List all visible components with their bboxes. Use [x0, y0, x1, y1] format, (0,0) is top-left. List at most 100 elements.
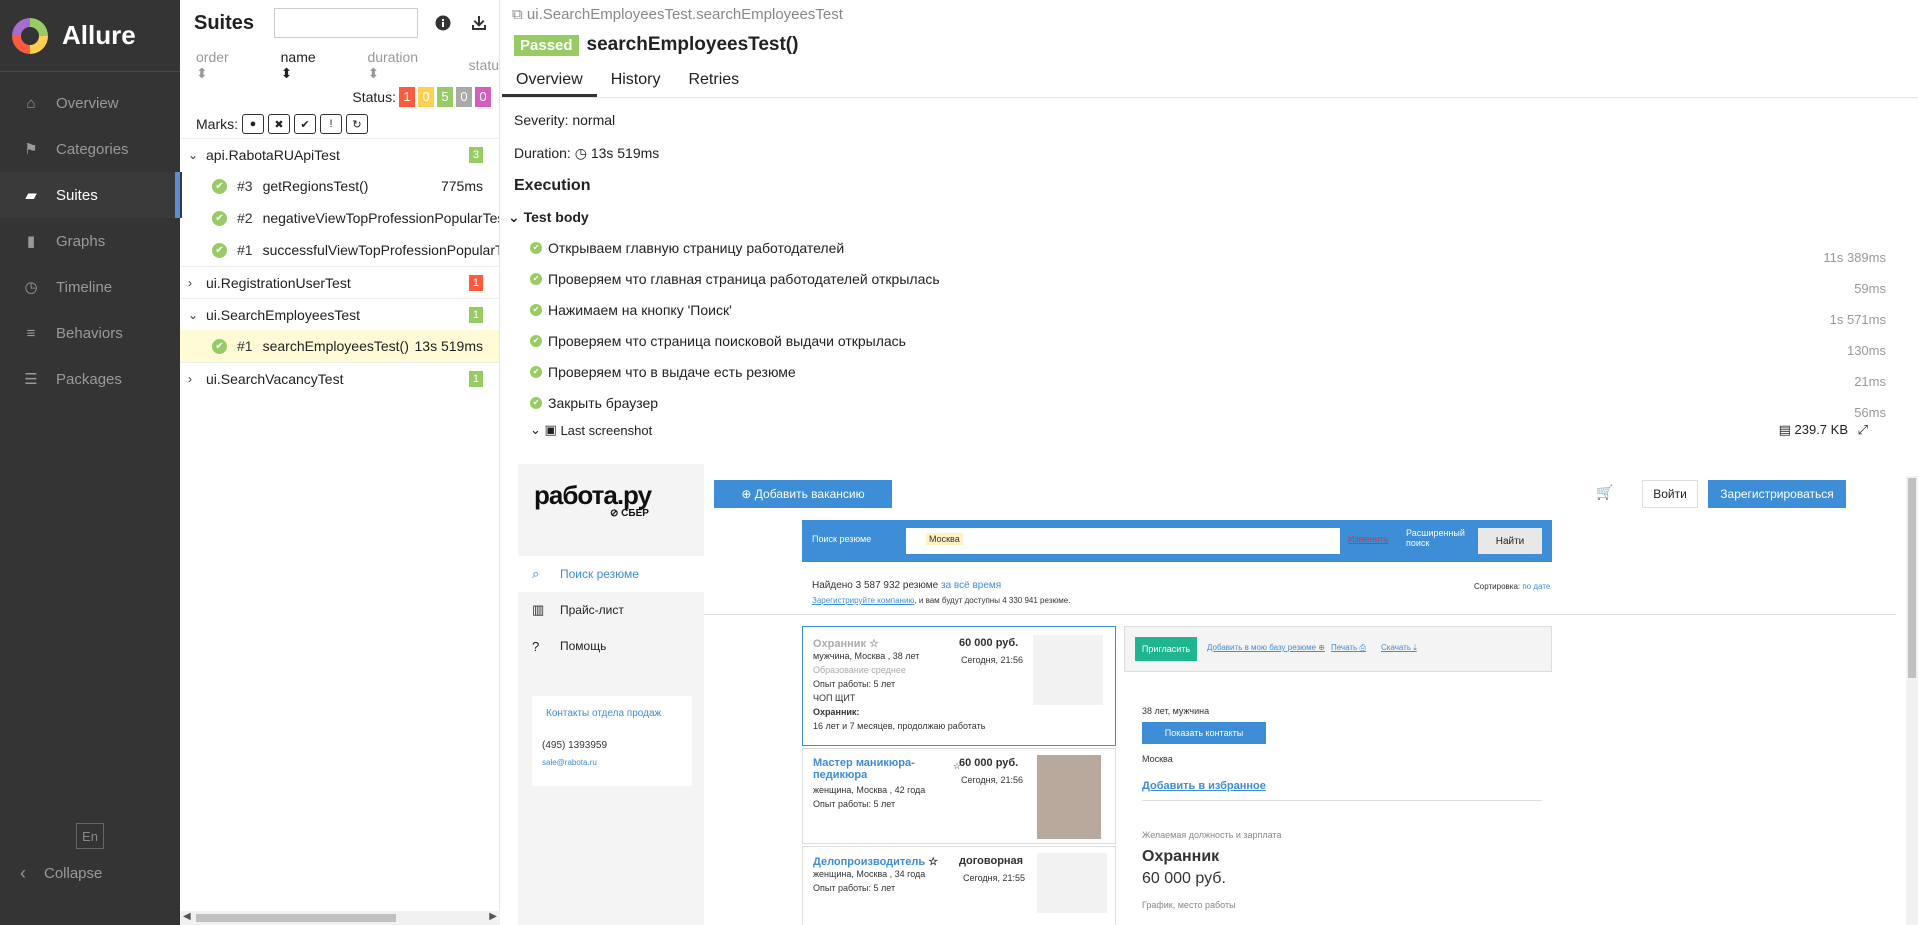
test-step[interactable]: ✔ Проверяем что главная страница работода… — [500, 263, 1918, 296]
sort-name[interactable]: name ⬍ — [281, 49, 328, 82]
test-name: successfulViewTopProfessionPopularTest() — [262, 242, 499, 258]
clock-icon: ◷ — [574, 145, 587, 161]
sidebar-item-graphs[interactable]: ▮ Graphs — [0, 218, 180, 264]
new-passed-mark-icon[interactable]: ✔ — [294, 114, 316, 134]
sort-status[interactable]: statu — [469, 57, 499, 73]
brand[interactable]: Allure — [0, 0, 180, 72]
sort-order[interactable]: order ⬍ — [196, 49, 241, 82]
shot-search-bar: Поиск резюме Москва Изменить Расширенный… — [802, 520, 1552, 562]
suite-group[interactable]: › ui.RegistrationUserTest 1 — [180, 266, 499, 298]
copy-icon[interactable]: ⧉ — [512, 6, 523, 23]
save-icon: ▤ — [1778, 422, 1791, 437]
suite-name: api.RabotaRUApiTest — [206, 146, 340, 163]
marks-label: Marks: — [196, 116, 238, 132]
language-switch[interactable]: En — [76, 823, 104, 849]
tab-overview[interactable]: Overview — [502, 66, 597, 97]
test-step[interactable]: ✔ Проверяем что страница поисковой выдачи… — [500, 325, 1918, 358]
test-name: searchEmployeesTest() — [586, 34, 799, 55]
status-label: Status: — [352, 89, 396, 105]
sort-duration[interactable]: duration ⬍ — [367, 49, 428, 82]
sort-bar: order ⬍ name ⬍ duration ⬍ statu — [180, 46, 499, 84]
attachment-row[interactable]: ⌄ ▣ Last screenshot ▤ 239.7 KB ⤢ — [500, 418, 1918, 442]
sidebar-item-behaviors[interactable]: ≡ Behaviors — [0, 310, 180, 356]
bar-chart-icon: ▮ — [26, 233, 36, 250]
retries-mark-icon[interactable]: ↻ — [346, 114, 368, 134]
step-name: Закрыть браузер — [548, 394, 659, 411]
status-badge: Passed — [514, 34, 579, 56]
test-case-row[interactable]: ✔ #2 negativeViewTopProfessionPopularTest(… — [180, 202, 499, 234]
passed-icon: ✔ — [212, 210, 227, 226]
test-body-toggle[interactable]: ⌄ Test body — [500, 202, 1918, 232]
passed-icon: ✔ — [212, 178, 227, 194]
step-name: Открываем главную страницу работодателей — [548, 239, 845, 256]
sidebar-item-timeline[interactable]: ◷ Timeline — [0, 264, 180, 310]
sidebar-item-overview[interactable]: ⌂ Overview — [0, 80, 180, 126]
test-step[interactable]: ✔ Закрыть браузер 56ms — [500, 387, 1918, 420]
collapse-button[interactable]: ‹ Collapse — [20, 863, 102, 884]
step-name: Проверяем что в выдаче есть резюме — [548, 363, 796, 380]
suite-count-badge: 1 — [468, 275, 483, 291]
tab-retries[interactable]: Retries — [674, 66, 753, 97]
new-failed-mark-icon[interactable]: ✖ — [268, 114, 290, 134]
passed-icon: ✔ — [530, 365, 542, 378]
shot-login: Войти — [1642, 480, 1698, 508]
status-count-badge[interactable]: 1 — [399, 87, 415, 107]
test-step[interactable]: ✔ Открываем главную страницу работодателе… — [500, 232, 1918, 265]
list-icon: ≡ — [26, 324, 36, 342]
new-broken-mark-icon[interactable]: ! — [320, 114, 342, 134]
shot-nav-search: ⌕ Поиск резюме — [518, 556, 704, 592]
test-case-row[interactable]: ✔ #3 getRegionsTest() 775ms — [180, 170, 499, 202]
test-name: searchEmployeesTest() — [262, 338, 409, 354]
image-icon: ▣ — [544, 422, 557, 437]
tab-history[interactable]: History — [597, 66, 675, 97]
suite-groups: ⌄ api.RabotaRUApiTest 3 ✔ #3 getRegionsTest()… — [180, 138, 499, 394]
passed-icon: ✔ — [530, 241, 542, 254]
shot-register: Зарегистрироваться — [1708, 480, 1846, 508]
passed-icon: ✔ — [530, 396, 542, 409]
info-icon[interactable] — [432, 12, 454, 34]
tree-horizontal-scrollbar[interactable]: ◀ ▶ — [180, 911, 500, 925]
test-case-row[interactable]: ✔ #1 searchEmployeesTest() 13s 519ms — [180, 330, 499, 362]
test-order: #2 — [237, 210, 253, 226]
suite-group[interactable]: › ui.SearchVacancyTest 1 — [180, 362, 499, 394]
severity-row: Severity: normal — [514, 112, 616, 128]
status-filter: Status: 10500 — [180, 84, 499, 110]
sidebar-nav: ⌂ Overview ⚑ Categories ▰ Suites ▮ Graphs ◷ Timel… — [0, 80, 182, 402]
sidebar-item-packages[interactable]: ☰ Packages — [0, 356, 180, 402]
shot-nav-help: ? Помощь — [532, 638, 607, 654]
scroll-left-icon[interactable]: ◀ — [183, 911, 191, 922]
scroll-right-icon[interactable]: ▶ — [489, 911, 497, 922]
test-case-row[interactable]: ✔ #1 successfulViewTopProfessionPopularTes… — [180, 234, 499, 266]
align-left-icon: ☰ — [24, 371, 38, 388]
status-count-badge[interactable]: 0 — [475, 87, 491, 107]
test-step[interactable]: ✔ Проверяем что в выдаче есть резюме 21ms — [500, 356, 1918, 389]
test-order: #3 — [237, 178, 253, 194]
test-step[interactable]: ✔ Нажимаем на кнопку 'Поиск' 1s 571ms — [500, 294, 1918, 327]
suite-group[interactable]: ⌄ ui.SearchEmployeesTest 1 — [180, 298, 499, 330]
scroll-thumb[interactable] — [1908, 478, 1916, 678]
download-icon[interactable] — [468, 12, 490, 34]
suite-group[interactable]: ⌄ api.RabotaRUApiTest 3 — [180, 138, 499, 170]
suite-count-badge: 1 — [468, 371, 483, 387]
flaky-mark-icon[interactable]: ● — [242, 114, 264, 134]
sidebar-item-suites[interactable]: ▰ Suites — [0, 172, 182, 218]
status-count-badge[interactable]: 5 — [437, 87, 453, 107]
status-count-badge[interactable]: 0 — [418, 87, 434, 107]
sidebar-item-label: Timeline — [56, 278, 113, 296]
test-name: getRegionsTest() — [262, 178, 369, 194]
shot-contacts: Контакты отдела продаж (495) 1393959 sal… — [532, 696, 692, 786]
test-order: #1 — [237, 242, 253, 258]
shot-sber: ⊘ СБЕР — [610, 508, 649, 519]
execution-heading: Execution — [514, 177, 591, 194]
expand-icon[interactable]: ⤢ — [1858, 422, 1868, 438]
sidebar: Allure ⌂ Overview ⚑ Categories ▰ Suites ▮ Graph… — [0, 0, 182, 925]
shot-add-vacancy: ⊕ Добавить вакансию — [714, 480, 892, 508]
scroll-thumb[interactable] — [196, 914, 396, 922]
test-name: negativeViewTopProfessionPopularTest() — [262, 210, 499, 226]
detail-vertical-scrollbar[interactable] — [1906, 476, 1918, 925]
attachment-size: ▤ 239.7 KB — [1778, 422, 1848, 437]
sidebar-item-categories[interactable]: ⚑ Categories — [0, 126, 180, 172]
status-count-badge[interactable]: 0 — [456, 87, 472, 107]
step-name: Проверяем что страница поисковой выдачи … — [548, 332, 906, 349]
tree-filter-input[interactable] — [274, 8, 419, 38]
